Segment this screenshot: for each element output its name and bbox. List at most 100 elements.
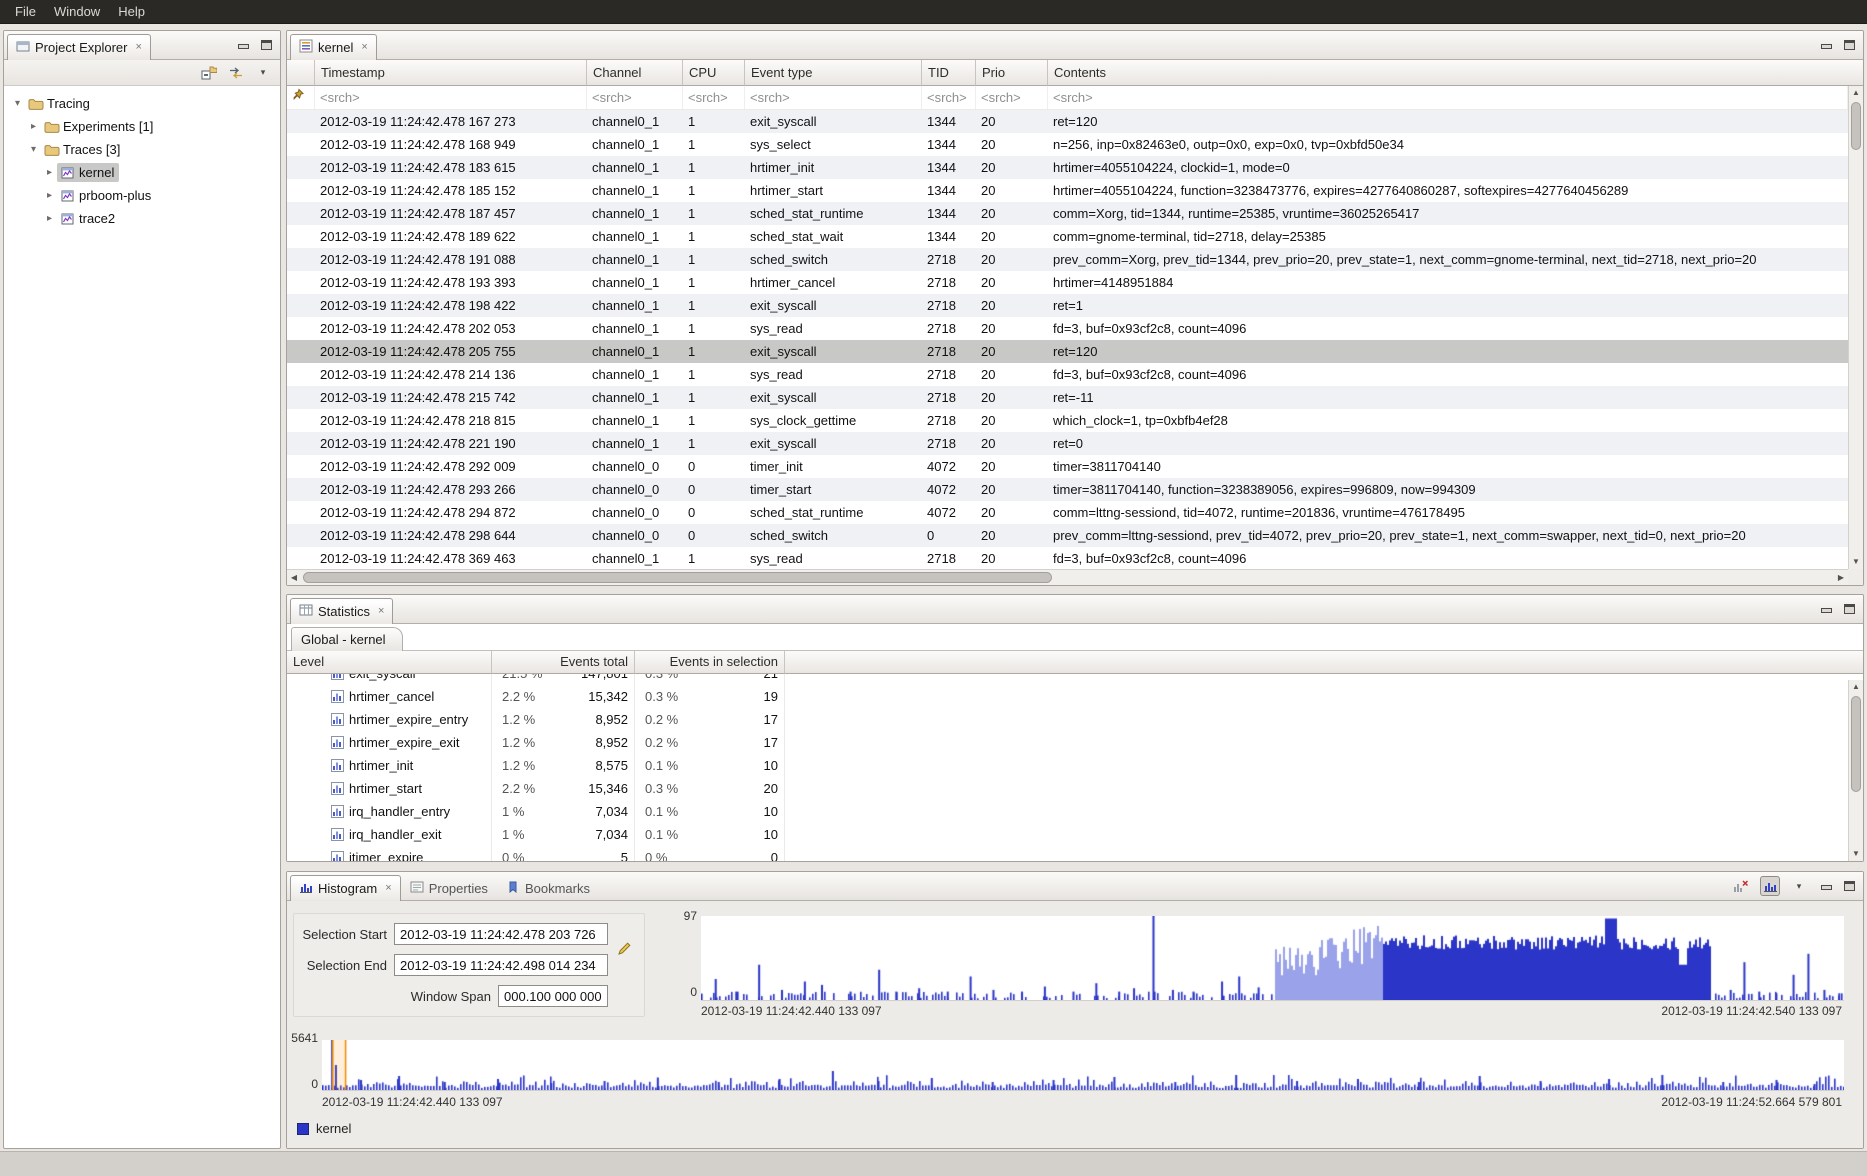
table-row[interactable]: 2012-03-19 11:24:42.478 221 190channel0_… [287,432,1848,455]
filter-cell[interactable]: <srch> [587,86,683,109]
table-row[interactable]: 2012-03-19 11:24:42.478 168 949channel0_… [287,133,1848,156]
tab-kernel-editor[interactable]: kernel × [290,34,377,60]
scrollbar-thumb[interactable] [303,572,1052,583]
table-row[interactable]: 2012-03-19 11:24:42.478 191 088channel0_… [287,248,1848,271]
menu-help[interactable]: Help [109,0,154,23]
collapse-all-button[interactable] [199,63,219,83]
scrollbar-thumb[interactable] [1851,696,1861,792]
close-icon[interactable]: × [361,42,367,53]
tree-item-traces-3[interactable]: ▾Traces [3] [4,138,280,161]
close-icon[interactable]: × [378,606,384,617]
tab-properties[interactable]: Properties [401,875,497,901]
minimize-button[interactable] [1818,38,1833,53]
zoom-histogram-canvas[interactable] [701,916,1844,1001]
table-row[interactable]: 2012-03-19 11:24:42.478 292 009channel0_… [287,455,1848,478]
events-vertical-scrollbar[interactable]: ▲ ▼ [1848,86,1863,569]
table-row[interactable]: 2012-03-19 11:24:42.478 193 393channel0_… [287,271,1848,294]
minimize-button[interactable] [1818,879,1833,894]
edit-selection-icon[interactable] [617,941,632,959]
table-row[interactable]: 2012-03-19 11:24:42.478 214 136channel0_… [287,363,1848,386]
table-row[interactable]: 2012-03-19 11:24:42.478 293 266channel0_… [287,478,1848,501]
scroll-up-arrow[interactable]: ▲ [1849,86,1863,100]
filter-cell[interactable]: <srch> [922,86,976,109]
table-row[interactable]: 2012-03-19 11:24:42.478 167 273channel0_… [287,110,1848,133]
filter-cell[interactable]: <srch> [683,86,745,109]
table-row[interactable]: 2012-03-19 11:24:42.478 298 644channel0_… [287,524,1848,547]
column-header-channel[interactable]: Channel [587,60,683,86]
tab-bookmarks[interactable]: Bookmarks [497,875,599,901]
tree-item-trace2[interactable]: ▸trace2 [4,207,280,230]
scroll-left-arrow[interactable]: ◀ [287,570,301,585]
view-menu-button[interactable]: ▾ [253,63,273,83]
view-menu-button[interactable]: ▾ [1789,876,1809,896]
table-row[interactable]: 2012-03-19 11:24:42.478 215 742channel0_… [287,386,1848,409]
filter-cell[interactable]: <srch> [315,86,587,109]
tree-item-experiments-1[interactable]: ▸Experiments [1] [4,115,280,138]
stats-row[interactable]: hrtimer_init1.2 %8,5750.1 %10 [287,754,1848,777]
maximize-button[interactable] [1842,879,1857,894]
maximize-button[interactable] [1842,38,1857,53]
expander-icon[interactable]: ▸ [42,213,57,224]
table-row[interactable]: 2012-03-19 11:24:42.478 185 152channel0_… [287,179,1848,202]
minimize-button[interactable] [235,38,250,53]
window-span-input[interactable] [498,985,608,1007]
column-header-level[interactable]: Level [287,651,492,674]
menu-file[interactable]: File [6,0,45,23]
expander-icon[interactable]: ▸ [42,190,57,201]
table-row[interactable]: 2012-03-19 11:24:42.478 205 755channel0_… [287,340,1848,363]
stats-row[interactable]: hrtimer_expire_entry1.2 %8,9520.2 %17 [287,708,1848,731]
column-header-events-in-selection[interactable]: Events in selection [635,651,785,674]
column-header-cpu[interactable]: CPU [683,60,745,86]
stats-row[interactable]: itimer_expire0 %50 %0 [287,846,1848,861]
minimize-button[interactable] [1818,602,1833,617]
table-row[interactable]: 2012-03-19 11:24:42.478 218 815channel0_… [287,409,1848,432]
stats-row[interactable]: hrtimer_start2.2 %15,3460.3 %20 [287,777,1848,800]
expander-icon[interactable]: ▸ [42,167,57,178]
maximize-button[interactable] [259,38,274,53]
tree-item-prboom-plus[interactable]: ▸prboom-plus [4,184,280,207]
table-row[interactable]: 2012-03-19 11:24:42.478 198 422channel0_… [287,294,1848,317]
maximize-button[interactable] [1842,602,1857,617]
expander-icon[interactable]: ▾ [10,98,25,109]
link-with-editor-button[interactable] [226,63,246,83]
close-icon[interactable]: × [135,42,141,53]
filter-cell[interactable]: <srch> [745,86,922,109]
scroll-down-arrow[interactable]: ▼ [1849,847,1863,861]
table-row[interactable]: 2012-03-19 11:24:42.478 183 615channel0_… [287,156,1848,179]
column-header-prio[interactable]: Prio [976,60,1048,86]
full-histogram-canvas[interactable] [322,1040,1844,1091]
column-header-event-type[interactable]: Event type [745,60,922,86]
menu-window[interactable]: Window [45,0,109,23]
tab-global-kernel[interactable]: Global - kernel [291,627,403,651]
events-horizontal-scrollbar[interactable]: ◀ ▶ [287,569,1848,585]
column-header-events-total[interactable]: Events total [492,651,635,674]
selection-start-input[interactable] [394,923,608,945]
filter-cell[interactable]: <srch> [976,86,1048,109]
close-icon[interactable]: × [385,883,391,894]
table-row[interactable]: 2012-03-19 11:24:42.478 369 463channel0_… [287,547,1848,569]
tab-project-explorer[interactable]: Project Explorer × [7,34,151,60]
stats-row[interactable]: irq_handler_entry1 %7,0340.1 %10 [287,800,1848,823]
tree-item-kernel[interactable]: ▸kernel [4,161,280,184]
selection-end-input[interactable] [394,954,608,976]
table-row[interactable]: 2012-03-19 11:24:42.478 294 872channel0_… [287,501,1848,524]
column-header-timestamp[interactable]: Timestamp [315,60,587,86]
stats-row[interactable]: hrtimer_cancel2.2 %15,3420.3 %19 [287,685,1848,708]
scroll-down-arrow[interactable]: ▼ [1849,555,1863,569]
statistics-vertical-scrollbar[interactable]: ▲ ▼ [1848,680,1863,861]
table-row[interactable]: 2012-03-19 11:24:42.478 189 622channel0_… [287,225,1848,248]
scroll-up-arrow[interactable]: ▲ [1849,680,1863,694]
table-row[interactable]: 2012-03-19 11:24:42.478 187 457channel0_… [287,202,1848,225]
stats-row[interactable]: irq_handler_exit1 %7,0340.1 %10 [287,823,1848,846]
tab-histogram[interactable]: Histogram × [290,875,401,901]
filter-cell[interactable]: <srch> [1048,86,1848,109]
scrollbar-thumb[interactable] [1851,102,1861,150]
stats-row[interactable]: exit_syscall21.5 %147,8010.3 %21 [287,674,1848,685]
show-histogram-button[interactable] [1760,876,1780,896]
hide-lost-events-button[interactable] [1731,876,1751,896]
column-header-tid[interactable]: TID [922,60,976,86]
tree-item-tracing[interactable]: ▾Tracing [4,92,280,115]
expander-icon[interactable]: ▸ [26,121,41,132]
tab-statistics[interactable]: Statistics × [290,598,393,624]
table-row[interactable]: 2012-03-19 11:24:42.478 202 053channel0_… [287,317,1848,340]
